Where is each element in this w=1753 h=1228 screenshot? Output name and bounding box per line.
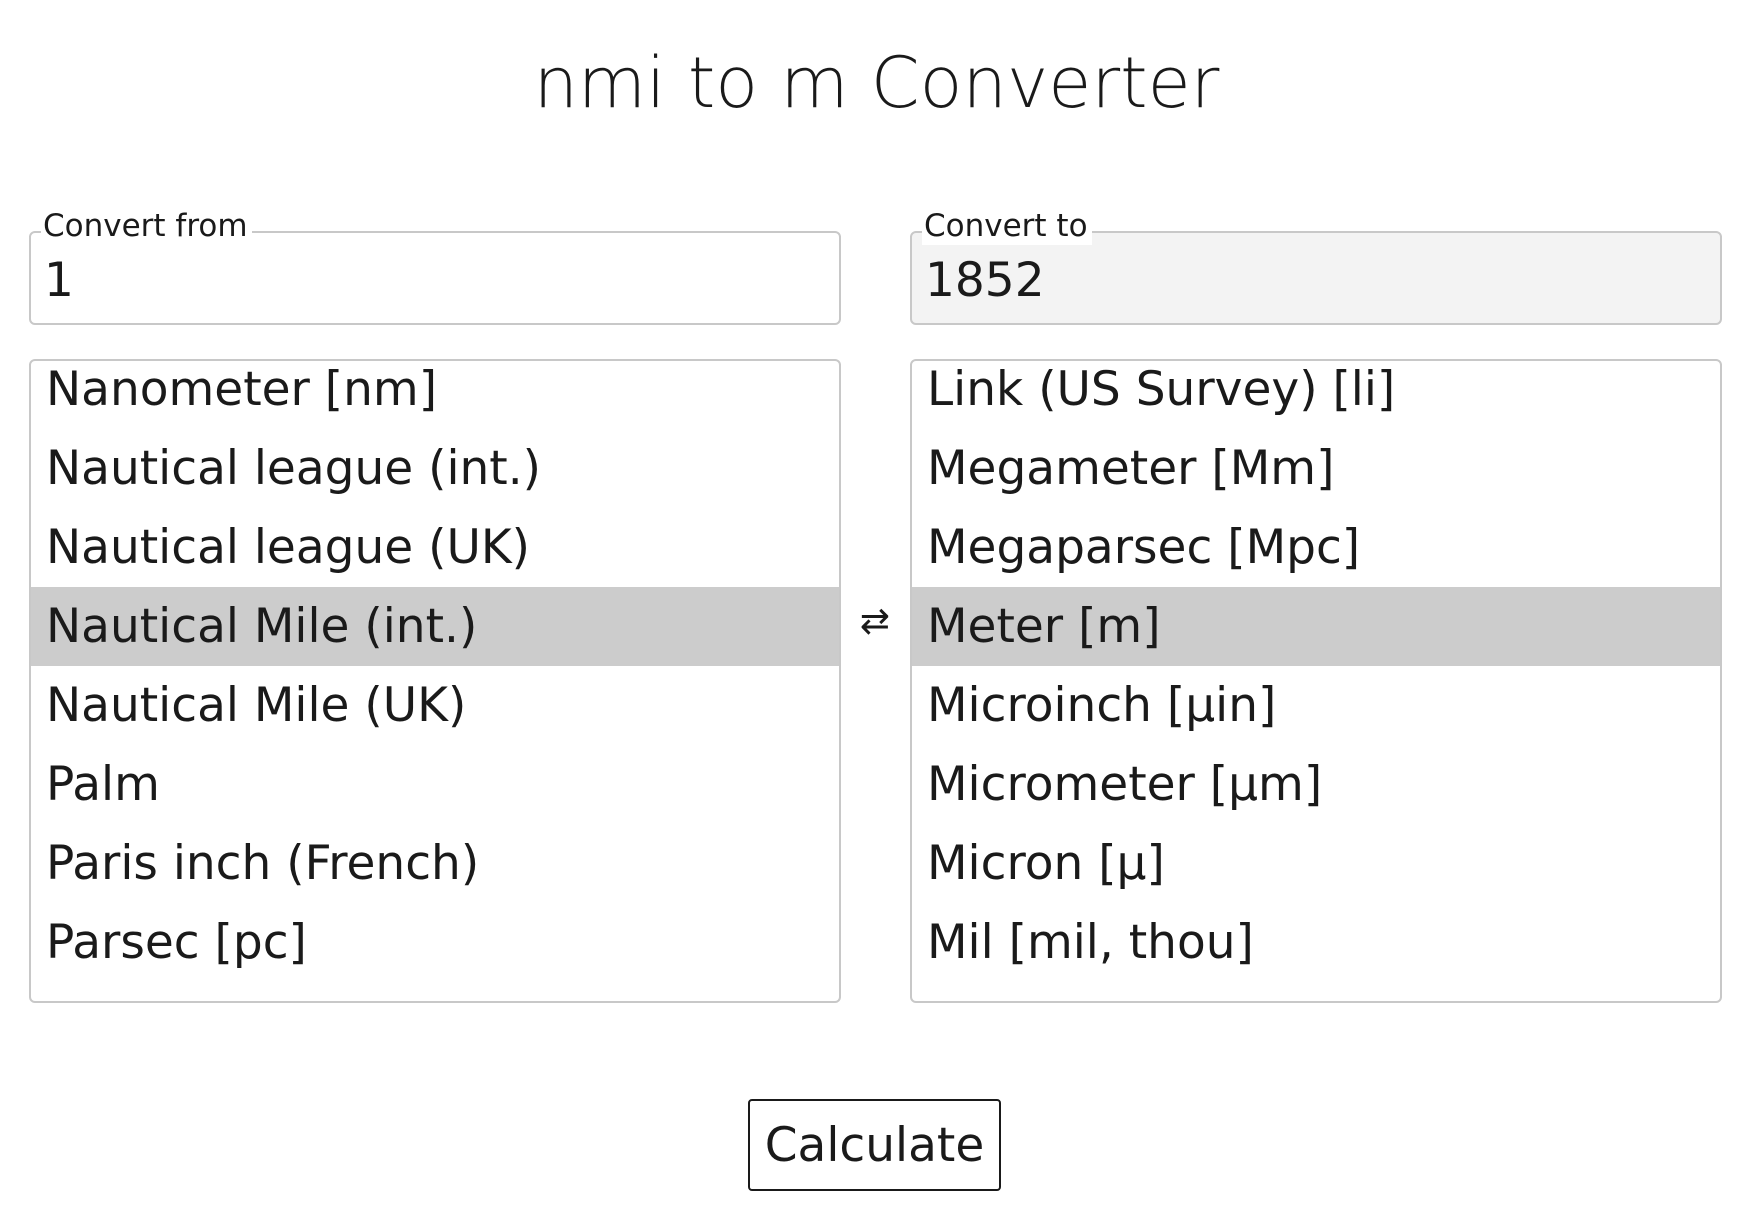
to-unit-option[interactable]: Megameter [Mm] [912,429,1720,508]
convert-to-label: Convert to [922,207,1092,245]
to-unit-listbox[interactable]: Link (US Survey) [li] Megameter [Mm] Meg… [910,359,1722,1003]
calculate-button[interactable]: Calculate [748,1099,1001,1191]
convert-to-field: Convert to [910,203,1722,325]
convert-from-input[interactable] [44,253,824,309]
to-unit-option[interactable]: Micrometer [µm] [912,745,1720,824]
from-unit-option[interactable]: Nautical league (UK) [31,508,839,587]
from-unit-option[interactable]: Nanometer [nm] [31,361,839,429]
from-unit-option[interactable]: Nautical Mile (UK) [31,666,839,745]
convert-to-output[interactable] [925,253,1705,309]
to-unit-option[interactable]: Meter [m] [912,587,1720,666]
swap-units-icon[interactable]: ⇄ [855,600,895,644]
from-unit-option[interactable]: Nautical league (int.) [31,429,839,508]
to-unit-option[interactable]: Megaparsec [Mpc] [912,508,1720,587]
from-unit-option[interactable]: Paris inch (French) [31,824,839,903]
to-unit-option[interactable]: Link (US Survey) [li] [912,361,1720,429]
from-unit-option[interactable]: Nautical Mile (int.) [31,587,839,666]
to-unit-option[interactable]: Microinch [µin] [912,666,1720,745]
to-unit-option[interactable]: Mil [mil, thou] [912,903,1720,982]
convert-from-label: Convert from [41,207,252,245]
page-title: nmi to m Converter [533,42,1220,124]
from-unit-option[interactable]: Parsec [pc] [31,903,839,982]
convert-from-field: Convert from [29,203,841,325]
to-unit-option[interactable]: Micron [µ] [912,824,1720,903]
from-unit-listbox[interactable]: Nanometer [nm] Nautical league (int.) Na… [29,359,841,1003]
from-unit-option[interactable]: Palm [31,745,839,824]
